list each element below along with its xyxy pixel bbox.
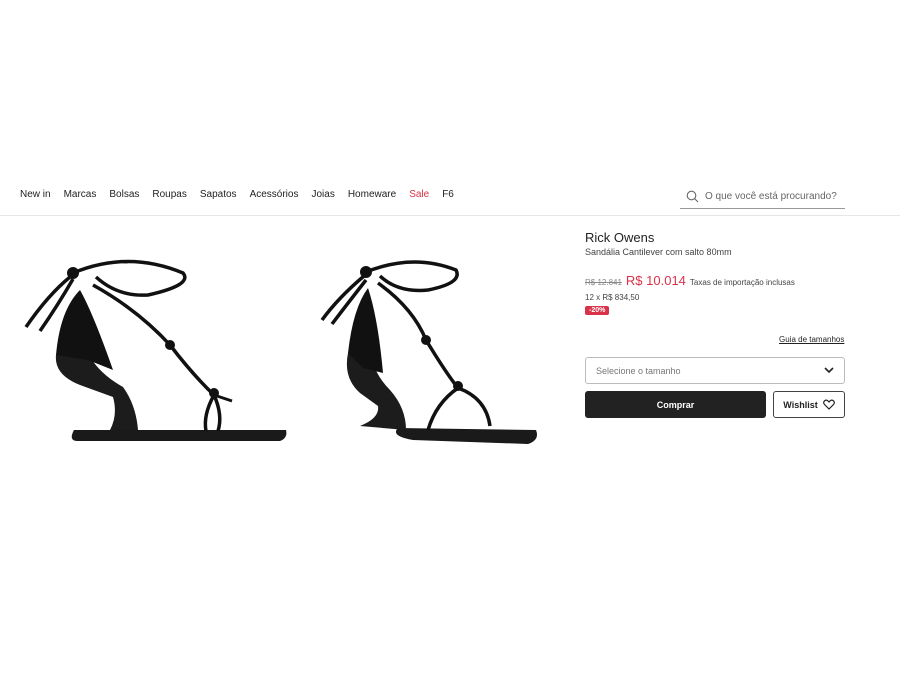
nav-item-homeware[interactable]: Homeware [348,189,396,200]
current-price: R$ 10.014 [625,273,686,288]
size-select[interactable]: Selecione o tamanho [585,357,845,384]
product-image-angle[interactable] [318,258,543,453]
tax-note: Taxas de importação inclusas [689,278,795,287]
nav-item-bolsas[interactable]: Bolsas [109,189,139,200]
discount-badge: -20% [585,306,610,315]
heart-icon [822,399,835,410]
size-select-placeholder: Selecione o tamanho [596,365,681,376]
wishlist-button[interactable]: Wishlist [773,391,845,418]
installments-text: 12 x R$ 834,50 [585,293,640,302]
product-image-side[interactable] [18,255,288,450]
nav-item-sapatos[interactable]: Sapatos [200,189,237,200]
search-bar[interactable] [680,184,845,209]
nav-item-roupas[interactable]: Roupas [152,189,186,200]
search-icon[interactable] [686,190,699,203]
price-row: R$ 12.841 R$ 10.014 Taxas de importação … [585,273,795,288]
product-brand[interactable]: Rick Owens [585,230,654,245]
search-input[interactable] [705,190,840,202]
product-name: Sandália Cantilever com salto 80mm [585,247,732,257]
buy-button[interactable]: Comprar [585,391,766,418]
nav-item-new-in[interactable]: New in [20,189,51,200]
chevron-down-icon [824,367,834,374]
size-guide-link[interactable]: Guia de tamanhos [779,335,844,344]
old-price: R$ 12.841 [585,278,622,287]
wishlist-label: Wishlist [783,399,818,410]
nav-item-f6[interactable]: F6 [442,189,454,200]
nav-item-marcas[interactable]: Marcas [64,189,97,200]
nav-item-joias[interactable]: Joias [311,189,334,200]
header-divider [0,215,900,216]
nav-item-acessorios[interactable]: Acessórios [250,189,299,200]
nav-item-sale[interactable]: Sale [409,189,429,200]
main-nav: New in Marcas Bolsas Roupas Sapatos Aces… [20,189,467,200]
